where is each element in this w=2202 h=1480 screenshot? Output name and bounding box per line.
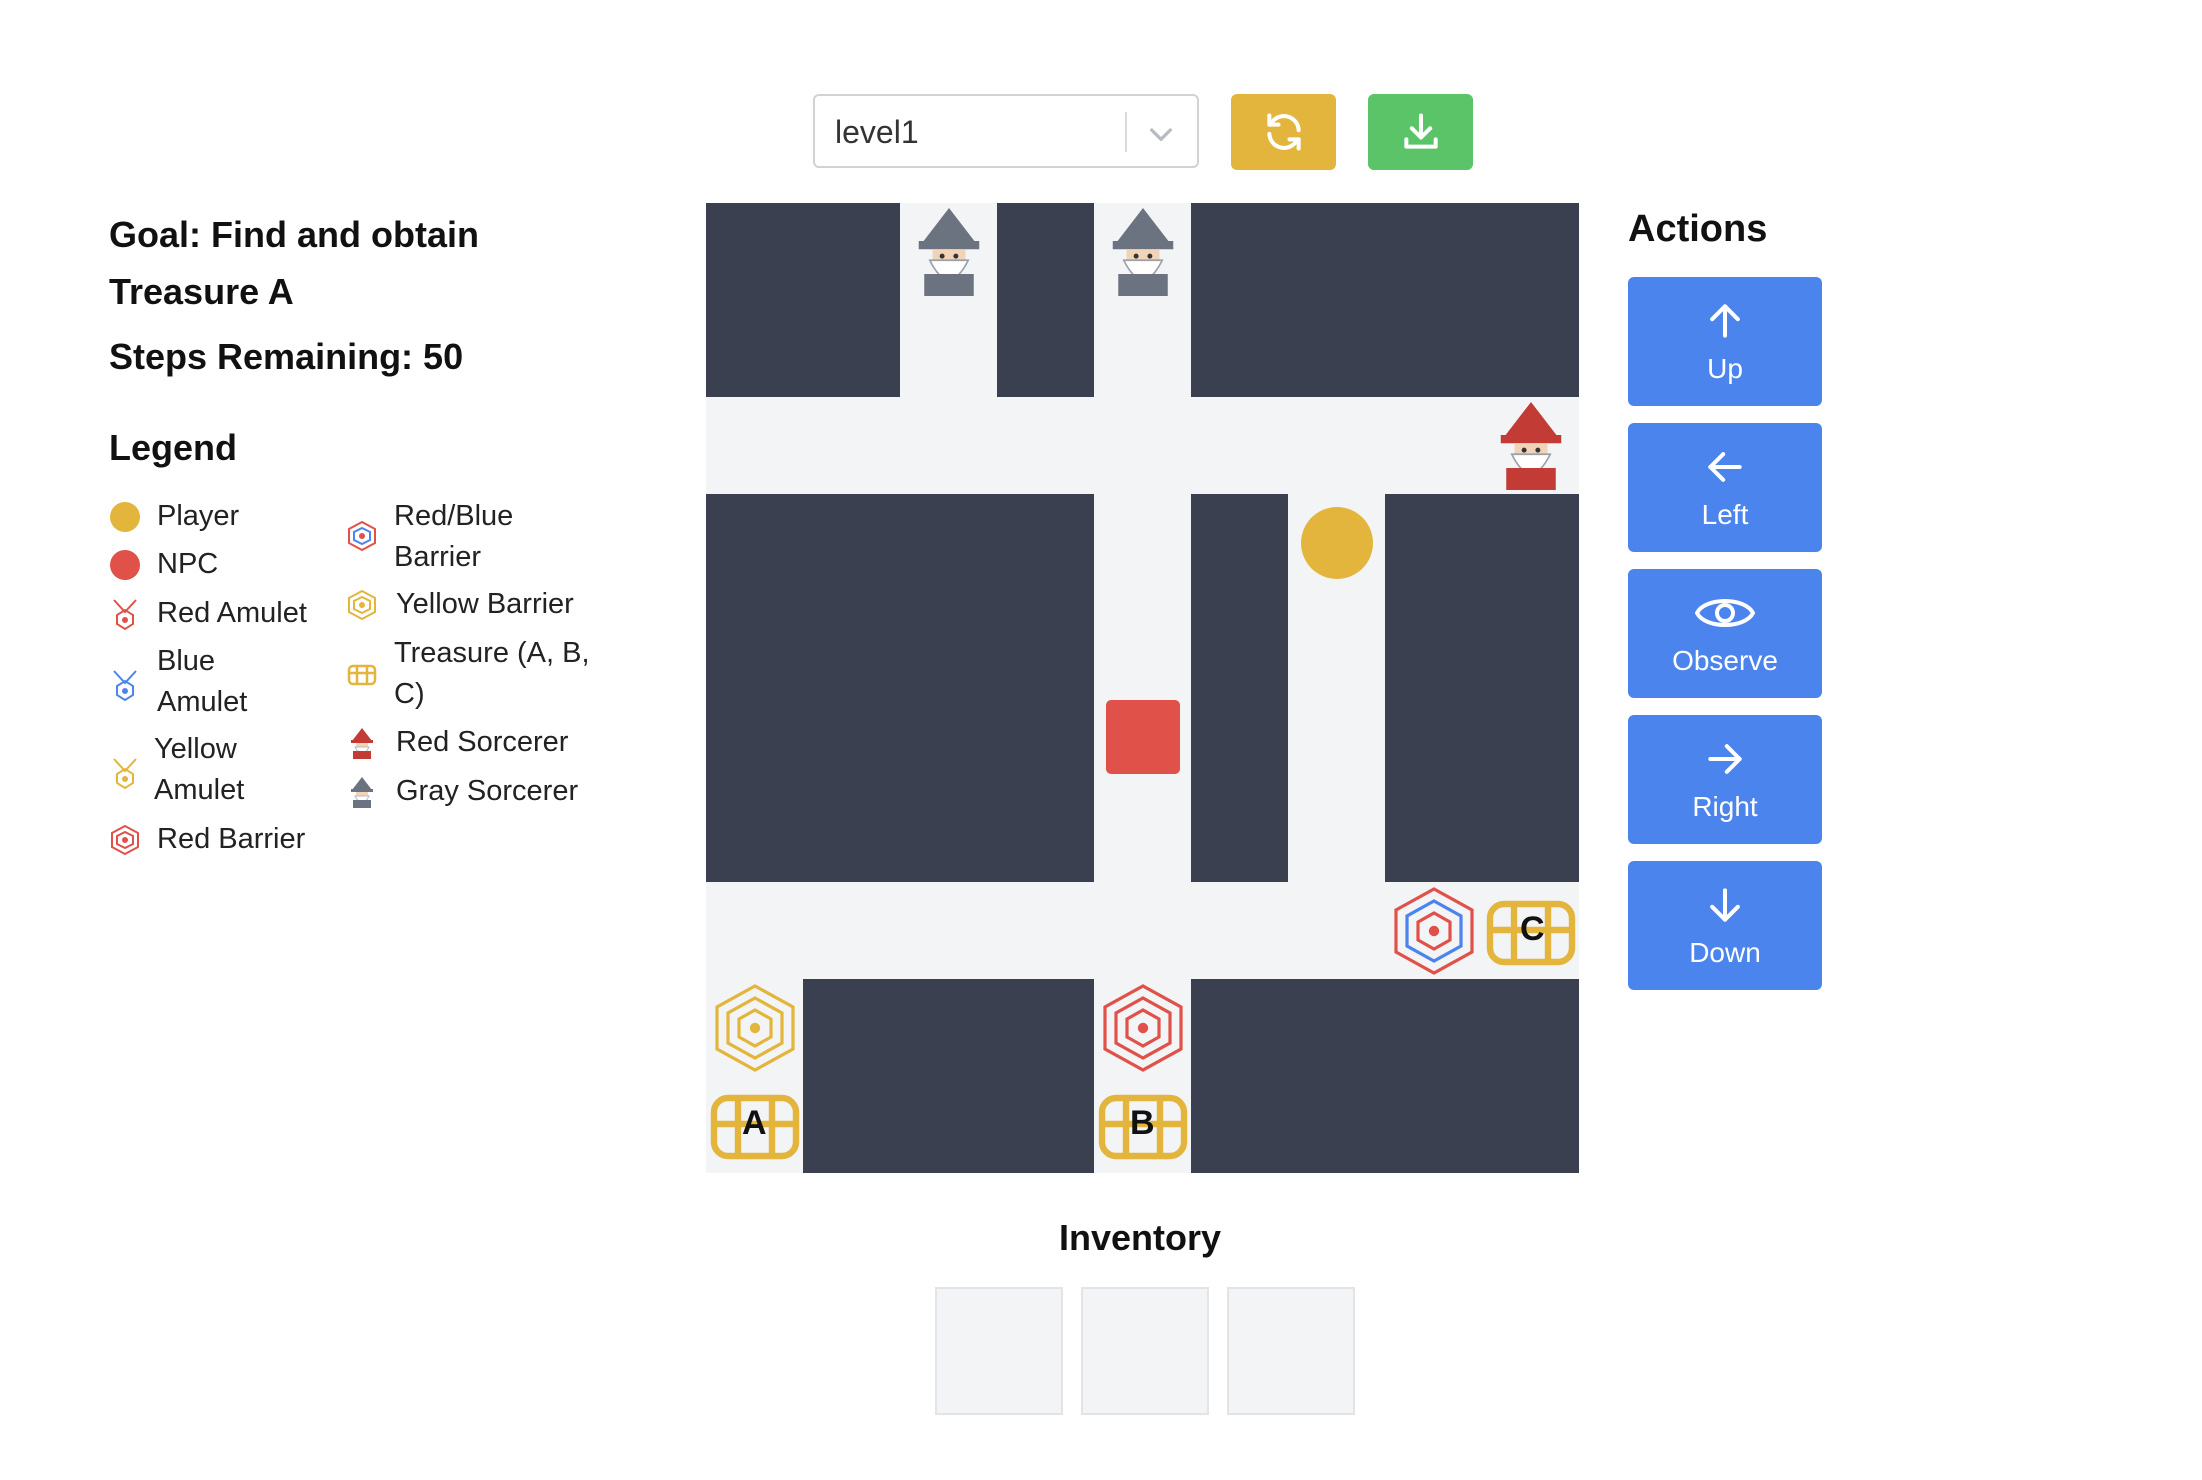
legend-item: Red Barrier <box>109 819 339 860</box>
inventory-slot[interactable] <box>1081 1287 1209 1415</box>
legend-label: Treasure (A, B, C) <box>394 637 590 710</box>
inventory-slot[interactable] <box>935 1287 1063 1415</box>
legend-label: Player <box>157 500 240 532</box>
treasure-label: C <box>1520 910 1545 948</box>
legend-item: Treasure (A, B, C) <box>346 633 591 715</box>
legend-item: Blue Amulet <box>109 641 269 723</box>
treasure-c: C <box>1482 882 1579 979</box>
up-button-label: Up <box>1707 352 1743 384</box>
level-select[interactable]: level1 <box>813 94 1199 168</box>
legend-label: Red Amulet <box>157 597 307 629</box>
legend-item: Red Sorcerer <box>346 722 596 763</box>
inventory-slot[interactable] <box>1227 1287 1355 1415</box>
legend-label: Gray Sorcerer <box>396 775 579 807</box>
red-barrier-icon <box>1094 979 1191 1076</box>
wall <box>1191 494 1288 882</box>
observe-button[interactable]: Observe <box>1628 569 1822 698</box>
legend-item: Yellow Barrier <box>346 584 596 625</box>
inventory-title: Inventory <box>1058 1217 1222 1258</box>
npc-token <box>1094 688 1191 785</box>
red-blue-barrier-icon <box>346 520 378 552</box>
wall <box>1385 494 1579 882</box>
blue-amulet-icon <box>109 669 141 701</box>
arrow-down-icon <box>1710 887 1740 922</box>
wall <box>803 979 1094 1173</box>
game-grid: C A B <box>706 203 1579 1173</box>
download-icon <box>1403 113 1438 149</box>
legend-label: Red Sorcerer <box>396 726 569 758</box>
red-sorcerer-icon <box>1482 397 1579 494</box>
treasure-icon <box>346 657 378 689</box>
legend-label: Red/Blue Barrier <box>394 500 514 573</box>
yellow-amulet-icon <box>109 757 141 789</box>
treasure-label: B <box>1130 1104 1155 1142</box>
download-button[interactable] <box>1368 94 1473 170</box>
wall <box>1191 203 1579 397</box>
legend-item: Red/Blue Barrier <box>346 496 586 578</box>
left-button-label: Left <box>1701 498 1749 530</box>
wall <box>706 494 1094 882</box>
wall <box>1191 979 1579 1173</box>
level-select-value: level1 <box>835 114 919 150</box>
player-dot-icon <box>109 501 141 533</box>
legend-label: NPC <box>157 548 219 580</box>
eye-icon <box>1695 598 1755 627</box>
legend-item: Yellow Amulet <box>109 729 269 811</box>
reset-button[interactable] <box>1231 94 1336 170</box>
right-button-label: Right <box>1692 790 1758 822</box>
arrow-right-icon <box>1708 743 1742 774</box>
red-barrier-icon <box>109 824 141 856</box>
yellow-barrier-icon <box>706 979 803 1076</box>
treasure-label: A <box>742 1104 767 1142</box>
legend-label: Blue Amulet <box>157 645 248 718</box>
gray-sorcerer-icon <box>900 203 997 300</box>
legend-item: Player <box>109 496 339 537</box>
treasure-a: A <box>706 1076 803 1173</box>
wall <box>706 203 900 397</box>
chevron-down-icon <box>1150 128 1172 141</box>
steps-remaining: Steps Remaining: 50 <box>109 336 464 377</box>
legend-item: Red Amulet <box>109 593 339 634</box>
red-blue-barrier-icon <box>1385 882 1482 979</box>
wall <box>997 203 1094 397</box>
player-token <box>1288 494 1385 591</box>
down-button[interactable]: Down <box>1628 861 1822 990</box>
yellow-barrier-icon <box>346 589 378 621</box>
up-button[interactable]: Up <box>1628 277 1822 406</box>
refresh-icon <box>1266 113 1301 151</box>
left-button[interactable]: Left <box>1628 423 1822 552</box>
select-separator <box>1125 112 1127 152</box>
legend-label: Yellow Barrier <box>396 588 574 620</box>
actions-title: Actions <box>1628 208 1768 250</box>
gray-sorcerer-icon <box>346 776 378 808</box>
arrow-up-icon <box>1710 303 1740 338</box>
npc-dot-icon <box>109 549 141 581</box>
arrow-left-icon <box>1708 451 1742 482</box>
legend-title: Legend <box>109 427 238 468</box>
right-button[interactable]: Right <box>1628 715 1822 844</box>
legend-item: NPC <box>109 544 339 585</box>
legend-item: Gray Sorcerer <box>346 771 596 812</box>
treasure-b: B <box>1094 1076 1191 1173</box>
red-amulet-icon <box>109 598 141 630</box>
legend-label: Red Barrier <box>157 823 306 855</box>
gray-sorcerer-icon <box>1094 203 1191 300</box>
down-button-label: Down <box>1689 936 1761 968</box>
legend-label: Yellow Amulet <box>154 733 245 806</box>
goal-text: Goal: Find and obtain Treasure A <box>109 214 479 312</box>
observe-button-label: Observe <box>1672 644 1778 676</box>
red-sorcerer-icon <box>346 727 378 759</box>
